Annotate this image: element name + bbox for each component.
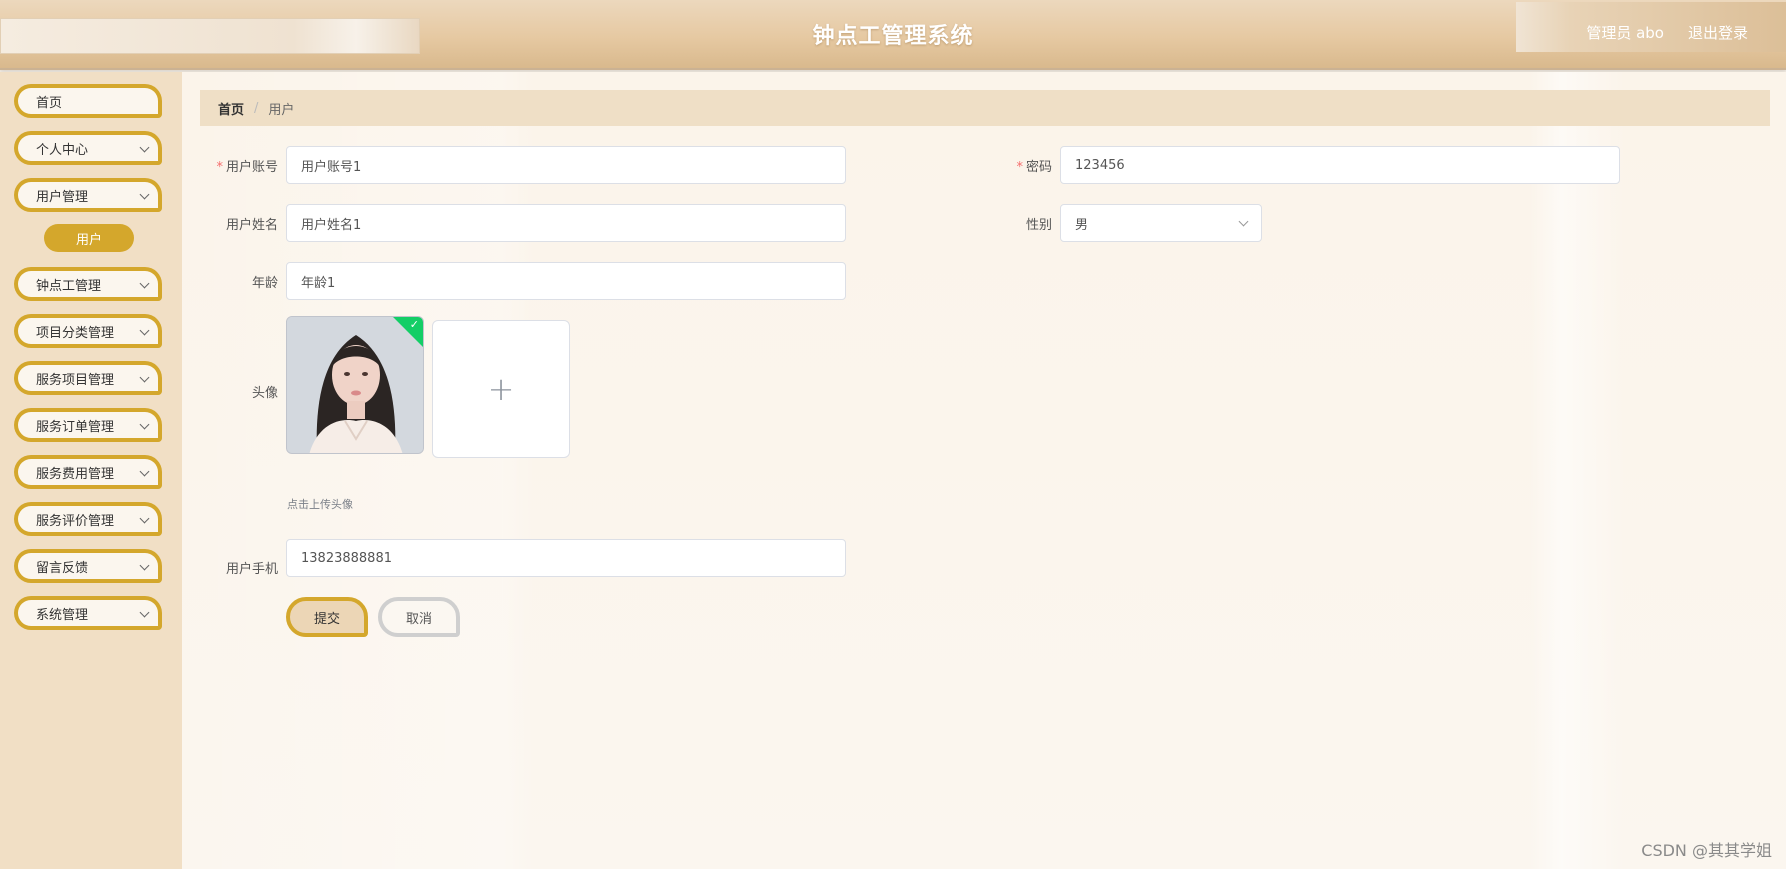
- sidebar-item-label: 项目分类管理: [36, 325, 115, 341]
- chevron-down-icon: [139, 513, 150, 524]
- chevron-down-icon: [139, 142, 150, 153]
- sidebar-item-worker-management[interactable]: 钟点工管理: [14, 267, 162, 301]
- breadcrumb-separator: /: [254, 100, 259, 116]
- chevron-down-icon: [139, 189, 150, 200]
- sidebar-item-label: 服务项目管理: [36, 372, 115, 388]
- breadcrumb: 首页 / 用户: [200, 90, 1770, 126]
- sidebar-item-label: 服务费用管理: [36, 466, 115, 482]
- password-label: * 密码: [942, 156, 1052, 175]
- sidebar-item-review-management[interactable]: 服务评价管理: [14, 502, 162, 536]
- gender-select[interactable]: 男: [1060, 204, 1262, 242]
- account-label: * 用户账号: [168, 156, 278, 175]
- sidebar-item-home[interactable]: 首页: [14, 84, 162, 118]
- name-field[interactable]: 用户姓名1: [286, 204, 846, 242]
- sidebar-item-label: 个人中心: [36, 142, 89, 158]
- main-content: 首页 / 用户 * 用户账号 用户账号1 * 密码 123456 用户姓名 用户姓名…: [182, 72, 1786, 869]
- sidebar-item-profile[interactable]: 个人中心: [14, 131, 162, 165]
- phone-label: 用户手机: [225, 562, 278, 577]
- sidebar-item-feedback[interactable]: 留言反馈: [14, 549, 162, 583]
- plus-icon: +: [487, 370, 515, 408]
- top-header: 钟点工管理系统 管理员 abo 退出登录: [0, 0, 1786, 70]
- chevron-down-icon: [139, 325, 150, 336]
- password-field[interactable]: 123456: [1060, 146, 1620, 184]
- app-title: 钟点工管理系统: [812, 24, 974, 49]
- avatar-upload-button[interactable]: +: [432, 320, 570, 458]
- sidebar-item-category-management[interactable]: 项目分类管理: [14, 314, 162, 348]
- check-icon: ✓: [409, 318, 419, 331]
- chevron-down-icon: [139, 419, 150, 430]
- breadcrumb-home[interactable]: 首页: [218, 99, 244, 118]
- password-label-text: 密码: [1025, 160, 1052, 175]
- upload-tip: 点击上传头像: [287, 498, 353, 511]
- sidebar-item-fee-management[interactable]: 服务费用管理: [14, 455, 162, 489]
- required-mark: *: [1016, 160, 1023, 175]
- sidebar-subitem-user[interactable]: 用户: [44, 224, 134, 252]
- sidebar-item-label: 用户管理: [36, 189, 89, 205]
- sidebar-item-user-management[interactable]: 用户管理: [14, 178, 162, 212]
- chevron-down-icon: [139, 278, 150, 289]
- chevron-down-icon: [1238, 216, 1249, 227]
- current-user: 管理员 abo: [1586, 24, 1664, 42]
- avatar-preview[interactable]: ✓: [286, 316, 424, 454]
- phone-field[interactable]: 13823888881: [286, 539, 846, 577]
- sidebar-item-order-management[interactable]: 服务订单管理: [14, 408, 162, 442]
- chevron-down-icon: [139, 607, 150, 618]
- submit-button[interactable]: 提交: [286, 597, 368, 637]
- sidebar-item-service-item-management[interactable]: 服务项目管理: [14, 361, 162, 395]
- sidebar-item-label: 服务评价管理: [36, 513, 115, 529]
- sidebar: 首页 个人中心 用户管理 用户 钟点工管理 项目分类管理 服务项目管理 服务订单…: [0, 72, 182, 869]
- avatar-image: [287, 317, 423, 453]
- breadcrumb-current: 用户: [268, 102, 295, 118]
- age-label: 年龄: [251, 276, 278, 291]
- sidebar-item-label: 首页: [36, 95, 63, 111]
- account-field[interactable]: 用户账号1: [286, 146, 846, 184]
- age-field[interactable]: 年龄1: [286, 262, 846, 300]
- sidebar-item-label: 服务订单管理: [36, 419, 115, 435]
- name-label: 用户姓名: [225, 218, 278, 233]
- avatar-label: 头像: [251, 386, 278, 401]
- sidebar-item-label: 留言反馈: [36, 560, 89, 576]
- cancel-button[interactable]: 取消: [378, 597, 460, 637]
- watermark: CSDN @其其学姐: [1641, 841, 1772, 860]
- account-label-text: 用户账号: [225, 160, 278, 175]
- chevron-down-icon: [139, 372, 150, 383]
- sidebar-item-label: 钟点工管理: [36, 278, 102, 294]
- required-mark: *: [216, 160, 223, 175]
- sidebar-item-system-management[interactable]: 系统管理: [14, 596, 162, 630]
- gender-select-value: 男: [1075, 217, 1089, 233]
- logout-link[interactable]: 退出登录: [1688, 22, 1748, 43]
- chevron-down-icon: [139, 560, 150, 571]
- gender-label: 性别: [1025, 218, 1052, 233]
- sidebar-item-label: 系统管理: [36, 607, 89, 623]
- chevron-down-icon: [139, 466, 150, 477]
